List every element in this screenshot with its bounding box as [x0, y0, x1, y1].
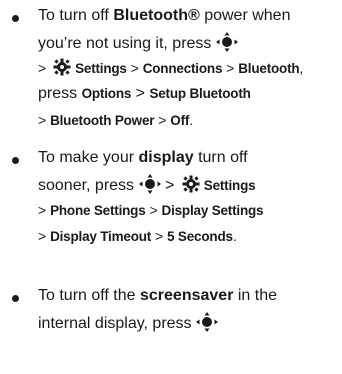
separator: >: [226, 60, 235, 76]
menu-setup-bluetooth: Setup Bluetooth: [149, 86, 251, 101]
menu-bluetooth: Bluetooth: [238, 61, 300, 76]
separator: >: [38, 112, 47, 128]
bullet: [12, 15, 19, 22]
menu-settings: Settings: [75, 61, 127, 76]
text: .: [189, 112, 194, 128]
text: turn off: [193, 149, 248, 166]
settings-gear-icon: [53, 58, 71, 76]
menu-display-settings: Display Settings: [161, 203, 264, 218]
separator: >: [38, 60, 47, 76]
menu-path: > Phone Settings > Display Settings: [38, 200, 264, 221]
navigation-key-icon: [215, 32, 238, 52]
tip-line: press Options > Setup Bluetooth: [38, 84, 251, 104]
menu-connections: Connections: [142, 61, 223, 76]
tip-line: To make your display turn off: [38, 148, 248, 168]
bullet: [12, 157, 19, 164]
separator: >: [149, 202, 158, 218]
menu-path: > Display Timeout > 5 Seconds.: [38, 226, 237, 247]
text: To turn off the: [38, 287, 140, 304]
menu-phone-settings: Phone Settings: [50, 203, 146, 218]
menu-bluetooth-power: Bluetooth Power: [50, 113, 155, 128]
text: To turn off: [38, 7, 114, 24]
tip-line: you’re not using it, press: [38, 32, 238, 54]
tip-line: To turn off the screensaver in the: [38, 286, 277, 306]
navigation-key-icon: [196, 312, 219, 332]
separator: >: [164, 177, 175, 194]
settings-gear-icon: [182, 175, 200, 193]
separator: >: [158, 112, 167, 128]
text: ,: [299, 60, 304, 76]
tips-list: To turn off Bluetooth® power when you’re…: [0, 0, 342, 374]
tip-line: sooner, press > Settings: [38, 174, 256, 196]
menu-settings: Settings: [203, 178, 256, 193]
text: .: [232, 228, 237, 244]
separator: >: [38, 228, 47, 244]
keyword-bluetooth: Bluetooth®: [113, 7, 200, 24]
separator: >: [38, 202, 47, 218]
tip-line: To turn off Bluetooth® power when: [38, 6, 290, 26]
text: internal display, press: [38, 315, 192, 332]
text: you’re not using it, press: [38, 35, 212, 52]
text: press: [38, 85, 82, 102]
separator: >: [135, 85, 145, 102]
menu-path: > Bluetooth Power > Off.: [38, 110, 193, 131]
bullet: [12, 295, 19, 302]
menu-display-timeout: Display Timeout: [50, 229, 152, 244]
menu-5-seconds: 5 Seconds: [167, 229, 233, 244]
tip-line: internal display, press: [38, 312, 219, 334]
text: power when: [199, 7, 291, 24]
navigation-key-icon: [138, 174, 161, 194]
separator: >: [155, 228, 164, 244]
text: in the: [233, 287, 278, 304]
keyword-screensaver: screensaver: [140, 287, 234, 304]
menu-path: > Settings > Connections > Bluetooth,: [38, 58, 303, 79]
menu-off: Off: [170, 113, 190, 128]
menu-options: Options: [81, 86, 132, 101]
separator: >: [130, 60, 139, 76]
text: sooner, press: [38, 177, 135, 194]
keyword-display: display: [138, 149, 194, 166]
text: To make your: [38, 149, 139, 166]
